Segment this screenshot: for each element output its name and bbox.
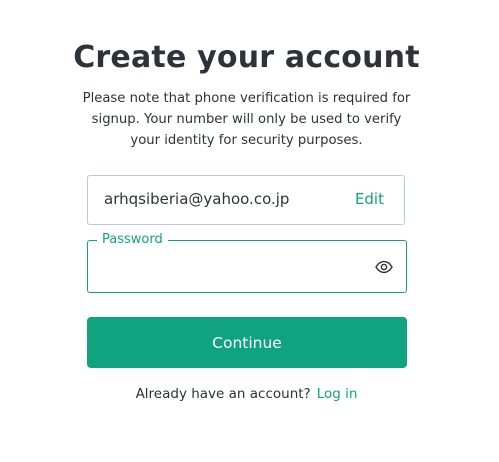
- password-input[interactable]: [102, 253, 362, 281]
- login-prompt: Already have an account? Log in: [0, 386, 493, 402]
- eye-icon[interactable]: [375, 259, 393, 275]
- password-field: Password: [87, 231, 407, 293]
- login-link[interactable]: Log in: [317, 386, 358, 402]
- email-display-field: arhqsiberia@yahoo.co.jp Edit: [87, 175, 405, 225]
- login-prompt-text: Already have an account?: [135, 386, 311, 402]
- page-title: Create your account: [73, 40, 420, 75]
- edit-email-link[interactable]: Edit: [355, 190, 384, 208]
- signup-page: Create your account Please note that pho…: [0, 0, 499, 462]
- password-label: Password: [97, 231, 168, 249]
- email-value: arhqsiberia@yahoo.co.jp: [104, 190, 290, 208]
- continue-button[interactable]: Continue: [87, 317, 407, 368]
- page-subtitle: Please note that phone verification is r…: [82, 91, 411, 148]
